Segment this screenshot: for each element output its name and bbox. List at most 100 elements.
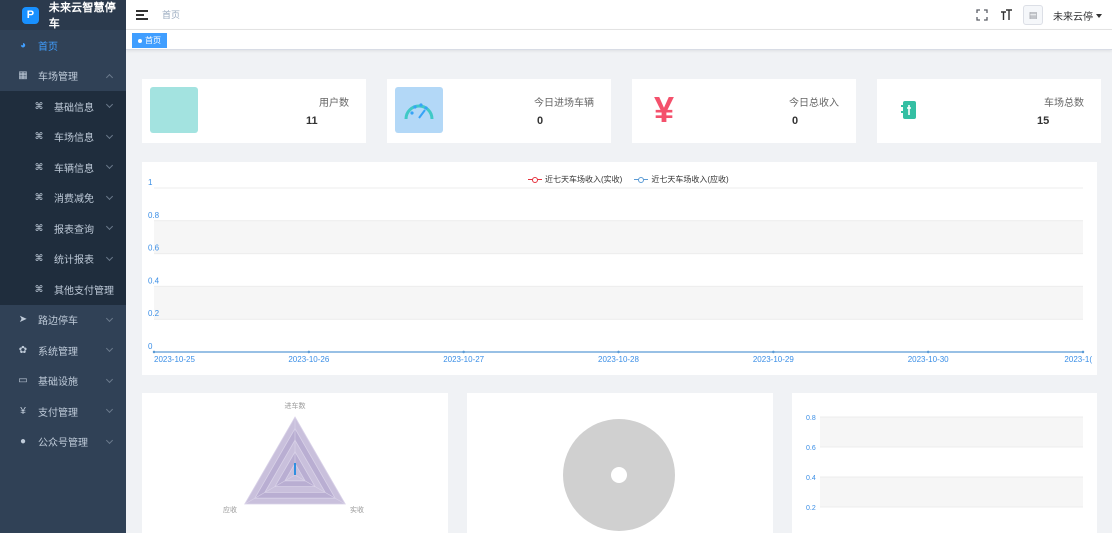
chevron-down-icon <box>105 314 114 322</box>
breadcrumb[interactable]: 首页 <box>162 8 180 21</box>
x-tick-label: 2023-10-25 <box>154 355 195 364</box>
bookmark-icon: ⌘ <box>34 100 44 111</box>
send-icon: ➤ <box>18 314 28 326</box>
tag-home[interactable]: 首页 <box>132 33 167 48</box>
sidebar-item-street-parking[interactable]: ➤ 路边停车 <box>0 305 126 336</box>
font-size-icon[interactable] <box>999 8 1013 22</box>
navbar: 首页 ▤ 未来云停 <box>126 0 1112 30</box>
card-value: 11 <box>306 115 318 127</box>
sidebar-item-label: 路边停车 <box>38 316 78 328</box>
sidebar-menu: ◕ 首页 ▦ 车场管理 ⌘ 基础信息 ⌘ 车场信息 ⌘ 车辆信息 ⌘ 消费减免 ⌘ 报表查… <box>0 30 126 457</box>
sidebar-item-lot-info[interactable]: ⌘ 车场信息 <box>0 122 126 153</box>
card-label: 车场总数 <box>1044 98 1084 109</box>
bookmark-icon: ⌘ <box>34 161 44 172</box>
card-value: 15 <box>1037 115 1050 127</box>
bookmark-icon: ⌘ <box>34 192 44 203</box>
sidebar-item-system[interactable]: ✿ 系统管理 <box>0 335 126 366</box>
chevron-down-icon <box>105 222 114 231</box>
grid-band <box>820 477 1083 507</box>
sidebar-item-label: 报表查询 <box>54 224 94 236</box>
user-icon <box>150 87 198 133</box>
bookmark-icon: ⌘ <box>34 253 44 264</box>
sidebar-item-report-query[interactable]: ⌘ 报表查询 <box>0 213 126 244</box>
bookmark-icon: ⌘ <box>34 131 44 142</box>
y-tick-label: 0.8 <box>148 211 160 220</box>
y-tick-label: 0.2 <box>148 309 160 318</box>
chevron-down-icon <box>105 131 114 139</box>
fullscreen-icon[interactable] <box>975 8 989 22</box>
radar-chart-svg: 进车数实收 应收 <box>223 401 364 514</box>
sidebar-item-other-payments[interactable]: ⌘ 其他支付管理 <box>0 274 126 305</box>
sidebar-item-label: 车辆信息 <box>54 163 94 175</box>
brand[interactable]: P 未来云智慧停车 <box>0 0 126 30</box>
x-tick-label: 2023-10-29 <box>753 355 794 364</box>
x-tick-label: 2023-10-26 <box>288 355 329 364</box>
y-tick-label: 0 <box>148 342 153 351</box>
logo-icon: P <box>22 6 39 24</box>
y-tick-label: 0.2 <box>806 505 816 512</box>
sidebar-item-home[interactable]: ◕ 首页 <box>0 30 126 61</box>
yen-icon: ¥ <box>653 89 675 130</box>
speedometer-icon <box>395 87 443 133</box>
sidebar-item-label: 消费减免 <box>54 194 94 206</box>
sidebar-item-label: 支付管理 <box>38 407 78 419</box>
navbar-right: ▤ 未来云停 <box>975 0 1102 30</box>
card-label: 今日进场车辆 <box>534 98 594 109</box>
y-tick-label: 0.6 <box>806 445 816 452</box>
sidebar-item-statistics[interactable]: ⌘ 统计报表 <box>0 244 126 275</box>
y-tick-label: 0.4 <box>806 475 816 482</box>
x-tick-label: 2023-10-30 <box>908 355 949 364</box>
gear-icon: ✿ <box>18 344 28 356</box>
chevron-down-icon <box>105 344 114 353</box>
hamburger-icon[interactable] <box>136 9 148 20</box>
dashboard-icon: ◕ <box>19 39 27 51</box>
sidebar-item-parking-management[interactable]: ▦ 车场管理 <box>0 61 126 92</box>
y-tick-label: 1 <box>148 178 153 187</box>
y-tick-label: 0.4 <box>148 276 160 285</box>
grid-band <box>154 220 1083 254</box>
chevron-up-icon <box>105 73 114 81</box>
sidebar-item-label: 统计报表 <box>54 255 94 267</box>
username: 未来云停 <box>1053 11 1093 23</box>
sidebar: P 未来云智慧停车 ◕ 首页 ▦ 车场管理 ⌘ 基础信息 ⌘ 车场信息 ⌘ 车辆信息 … <box>0 0 126 533</box>
x-tick-label: 2023-1( <box>1064 355 1092 364</box>
sidebar-item-vehicle-info[interactable]: ⌘ 车辆信息 <box>0 152 126 183</box>
grid-band <box>820 417 1083 447</box>
card-label: 用户数 <box>319 98 349 109</box>
caret-down-icon <box>1096 14 1102 18</box>
y-tick-label: 0.8 <box>806 415 816 422</box>
user-dropdown[interactable]: 未来云停 <box>1053 8 1102 23</box>
sidebar-item-label: 车场管理 <box>38 72 78 84</box>
sidebar-item-wechat[interactable]: ● 公众号管理 <box>0 427 126 458</box>
sidebar-item-basic-info[interactable]: ⌘ 基础信息 <box>0 91 126 122</box>
x-tick-label: 2023-10-28 <box>598 355 639 364</box>
sidebar-item-infrastructure[interactable]: ▭ 基础设施 <box>0 366 126 397</box>
card-lot-count[interactable]: 车场总数 15 <box>877 79 1101 143</box>
chevron-down-icon <box>105 436 114 444</box>
avatar[interactable]: ▤ <box>1023 5 1043 25</box>
tag-label: 首页 <box>145 36 161 45</box>
bookmark-icon: ⌘ <box>34 283 44 294</box>
income-line-chart: 近七天车场收入(实收) 近七天车场收入(应收) 0 0.2 0.4 0.6 0.8 1 20… <box>142 162 1097 375</box>
radar-indicator-label: 进车数 <box>285 401 306 410</box>
sidebar-item-label: 首页 <box>38 41 58 53</box>
card-value: 0 <box>792 115 799 127</box>
chevron-down-icon <box>105 192 114 200</box>
card-today-vehicles[interactable]: 今日进场车辆 0 <box>387 79 611 143</box>
sidebar-item-label: 基础信息 <box>54 102 94 114</box>
sidebar-item-payment[interactable]: ¥ 支付管理 <box>0 396 126 427</box>
card-today-income[interactable]: ¥ 今日总收入 0 <box>632 79 856 143</box>
card-user-count[interactable]: 用户数 11 <box>142 79 366 143</box>
chevron-down-icon <box>105 405 114 414</box>
pie-center <box>611 467 627 483</box>
pie-chart-svg <box>563 419 675 531</box>
chevron-down-icon <box>105 161 114 170</box>
bookmark-icon: ⌘ <box>34 222 44 233</box>
sidebar-item-label: 基础设施 <box>38 377 78 389</box>
parking-icon: ▦ <box>18 70 28 82</box>
sidebar-item-label: 系统管理 <box>38 346 78 358</box>
card-label: 今日总收入 <box>789 98 839 109</box>
tags-view: 首页 <box>126 30 1112 50</box>
wechat-icon: ● <box>19 436 27 448</box>
sidebar-item-discounts[interactable]: ⌘ 消费减免 <box>0 183 126 214</box>
